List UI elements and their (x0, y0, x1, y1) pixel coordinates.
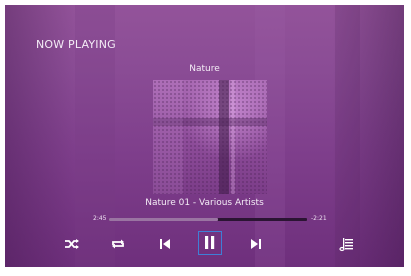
track-info: Nature 01 - Various Artists (145, 198, 264, 208)
progress-bar[interactable] (109, 218, 307, 221)
now-playing-panel: NOW PLAYING Nature Nature 01 - Various A… (5, 5, 404, 267)
music-player-screen: NOW PLAYING Nature Nature 01 - Various A… (0, 0, 411, 276)
album-title: Nature (189, 64, 220, 74)
playlist-icon (336, 233, 358, 255)
remaining-time: -2:21 (311, 215, 327, 222)
next-button[interactable] (245, 233, 267, 255)
pause-icon (199, 236, 220, 257)
page-title: NOW PLAYING (36, 38, 116, 51)
pause-button[interactable] (198, 231, 222, 255)
album-artwork (153, 80, 267, 194)
background-band (335, 5, 360, 267)
repeat-icon (107, 233, 129, 255)
previous-button[interactable] (154, 233, 176, 255)
skip-previous-icon (154, 233, 176, 255)
skip-next-icon (245, 233, 267, 255)
elapsed-time: 2:45 (93, 215, 107, 222)
queue-button[interactable] (336, 233, 358, 255)
progress-fill (109, 218, 218, 221)
repeat-button[interactable] (107, 233, 129, 255)
shuffle-icon (61, 233, 83, 255)
shuffle-button[interactable] (61, 233, 83, 255)
